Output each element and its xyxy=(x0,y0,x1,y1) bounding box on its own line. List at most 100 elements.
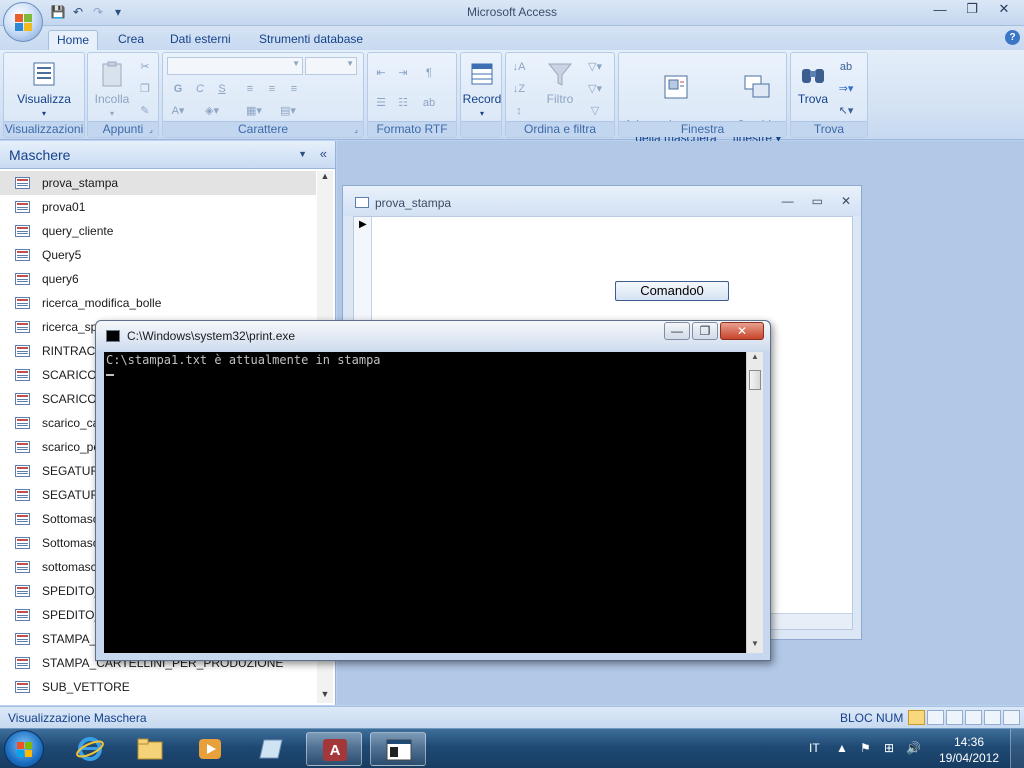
tab-crea[interactable]: Crea xyxy=(110,30,152,50)
console-minimize-button[interactable]: — xyxy=(664,322,690,340)
action-center-flag-icon[interactable]: ⚑ xyxy=(860,741,871,755)
align-left-icon[interactable]: ≡ xyxy=(241,81,259,97)
replace-icon[interactable]: ab xyxy=(837,59,855,75)
list-item[interactable]: query6 xyxy=(0,267,316,291)
minimize-button[interactable]: — xyxy=(924,0,956,18)
datasheet-view-icon[interactable] xyxy=(927,710,944,725)
chevron-down-icon[interactable]: ▼ xyxy=(298,149,307,159)
scroll-thumb[interactable] xyxy=(749,370,761,390)
form-view-icon[interactable] xyxy=(908,710,925,725)
start-button[interactable] xyxy=(4,730,44,768)
align-right-icon[interactable]: ≡ xyxy=(285,81,303,97)
record-button[interactable]: Record ▾ xyxy=(462,59,502,120)
dialog-launcher-icon[interactable]: ⌟ xyxy=(351,125,361,135)
console-scrollbar[interactable]: ▲ ▼ xyxy=(746,352,763,653)
numbering-icon[interactable]: ☷ xyxy=(394,95,412,111)
console-close-button[interactable]: ✕ xyxy=(720,322,764,340)
taskbar-internet-explorer[interactable] xyxy=(62,732,118,766)
taskbar-access[interactable]: A xyxy=(306,732,362,766)
visualizza-button[interactable]: Visualizza ▾ xyxy=(16,59,72,120)
tab-home[interactable]: Home xyxy=(48,30,99,50)
underline-icon[interactable]: S xyxy=(213,81,231,97)
list-item[interactable]: prova01 xyxy=(0,195,316,219)
goto-icon[interactable]: ⇒▾ xyxy=(837,81,855,97)
sort-ascending-icon[interactable]: ↓A xyxy=(510,59,528,75)
list-item[interactable]: query_cliente xyxy=(0,219,316,243)
clock[interactable]: 14:36 19/04/2012 xyxy=(938,734,1000,766)
list-item-label: scarico_ca xyxy=(42,416,100,430)
collapse-pane-icon[interactable]: « xyxy=(320,146,327,161)
filtro-button[interactable]: Filtro xyxy=(540,59,580,106)
form-title-bar[interactable]: prova_stampa — ▭ ✕ xyxy=(343,186,861,216)
restore-button[interactable]: ❐ xyxy=(956,0,988,18)
network-icon[interactable]: ⊞ xyxy=(884,741,894,755)
list-item[interactable]: ricerca_modifica_bolle xyxy=(0,291,316,315)
navigation-pane-header[interactable]: Maschere ▼ « xyxy=(0,141,335,169)
scroll-up-icon[interactable]: ▲ xyxy=(747,352,763,366)
format-painter-icon[interactable]: ✎ xyxy=(136,103,154,119)
italic-icon[interactable]: C xyxy=(191,81,209,97)
design-view-icon[interactable] xyxy=(1003,710,1020,725)
select-icon[interactable]: ↖▾ xyxy=(837,103,855,119)
decrease-indent-icon[interactable]: ⇤ xyxy=(372,65,390,81)
pivottable-view-icon[interactable] xyxy=(946,710,963,725)
font-color-icon[interactable]: A▾ xyxy=(169,103,187,119)
align-center-icon[interactable]: ≡ xyxy=(263,81,281,97)
scroll-down-icon[interactable]: ▼ xyxy=(317,689,333,703)
office-button[interactable] xyxy=(3,2,43,42)
taskbar-media-player[interactable] xyxy=(182,732,238,766)
tab-dati-esterni[interactable]: Dati esterni xyxy=(162,30,239,50)
selection-filter-icon[interactable]: ▽▾ xyxy=(586,59,604,75)
bold-icon[interactable]: G xyxy=(169,81,187,97)
comando0-button[interactable]: Comando0 xyxy=(615,281,729,301)
layout-view-icon[interactable] xyxy=(984,710,1001,725)
font-name-combo[interactable]: ▼ xyxy=(167,57,303,75)
dialog-launcher-icon[interactable]: ⌟ xyxy=(146,125,156,135)
bullets-icon[interactable]: ☰ xyxy=(372,95,390,111)
taskbar-console[interactable] xyxy=(370,732,426,766)
highlight-icon[interactable]: ab xyxy=(420,95,438,111)
language-indicator[interactable]: IT xyxy=(809,741,820,755)
gridlines-icon[interactable]: ▦▾ xyxy=(245,103,263,119)
show-hidden-icons-icon[interactable]: ▲ xyxy=(836,741,848,755)
toggle-filter-icon[interactable]: ▽ xyxy=(586,103,604,119)
scroll-up-icon[interactable]: ▲ xyxy=(317,171,333,185)
taskbar-window-app[interactable] xyxy=(244,732,300,766)
clear-sort-icon[interactable]: ↕ xyxy=(510,103,528,119)
advanced-filter-icon[interactable]: ▽▾ xyxy=(586,81,604,97)
list-item[interactable]: SUB_VETTORE xyxy=(0,675,316,699)
incolla-label: Incolla xyxy=(94,92,130,106)
list-item-label: SUB_VETTORE xyxy=(42,680,130,694)
pivotchart-view-icon[interactable] xyxy=(965,710,982,725)
show-desktop-button[interactable] xyxy=(1010,729,1024,768)
help-icon[interactable]: ? xyxy=(1005,30,1020,45)
list-item[interactable]: Query5 xyxy=(0,243,316,267)
alternate-fill-icon[interactable]: ▤▾ xyxy=(279,103,297,119)
console-output-area[interactable]: C:\stampa1.txt è attualmente in stampa xyxy=(104,352,746,653)
form-minimize-button[interactable]: — xyxy=(782,194,794,208)
increase-indent-icon[interactable]: ⇥ xyxy=(394,65,412,81)
close-button[interactable]: ✕ xyxy=(988,0,1020,18)
console-maximize-button[interactable]: ❐ xyxy=(692,322,718,340)
cut-icon[interactable]: ✂ xyxy=(136,59,154,75)
scroll-down-icon[interactable]: ▼ xyxy=(747,639,763,653)
taskbar-explorer[interactable] xyxy=(122,732,178,766)
copy-icon[interactable]: ❐ xyxy=(136,81,154,97)
fill-color-icon[interactable]: ◈▾ xyxy=(203,103,221,119)
font-size-combo[interactable]: ▼ xyxy=(305,57,357,75)
form-maximize-button[interactable]: ▭ xyxy=(812,194,823,208)
switch-windows-icon xyxy=(744,75,770,98)
group-finestra: Adatta al contenuto della maschera Cambi… xyxy=(618,52,787,145)
form-close-button[interactable]: ✕ xyxy=(841,194,851,208)
incolla-button[interactable]: Incolla ▾ xyxy=(92,59,132,120)
sort-descending-icon[interactable]: ↓Z xyxy=(510,81,528,97)
form-icon xyxy=(15,681,30,693)
paragraph-icon[interactable]: ¶ xyxy=(420,65,438,81)
office-logo-icon xyxy=(15,14,33,32)
volume-icon[interactable]: 🔊 xyxy=(906,741,921,755)
tab-strumenti-database[interactable]: Strumenti database xyxy=(251,30,371,50)
form-icon xyxy=(355,197,369,208)
list-item[interactable]: prova_stampa xyxy=(0,171,316,195)
form-icon xyxy=(15,225,30,237)
trova-button[interactable]: Trova xyxy=(793,59,833,106)
